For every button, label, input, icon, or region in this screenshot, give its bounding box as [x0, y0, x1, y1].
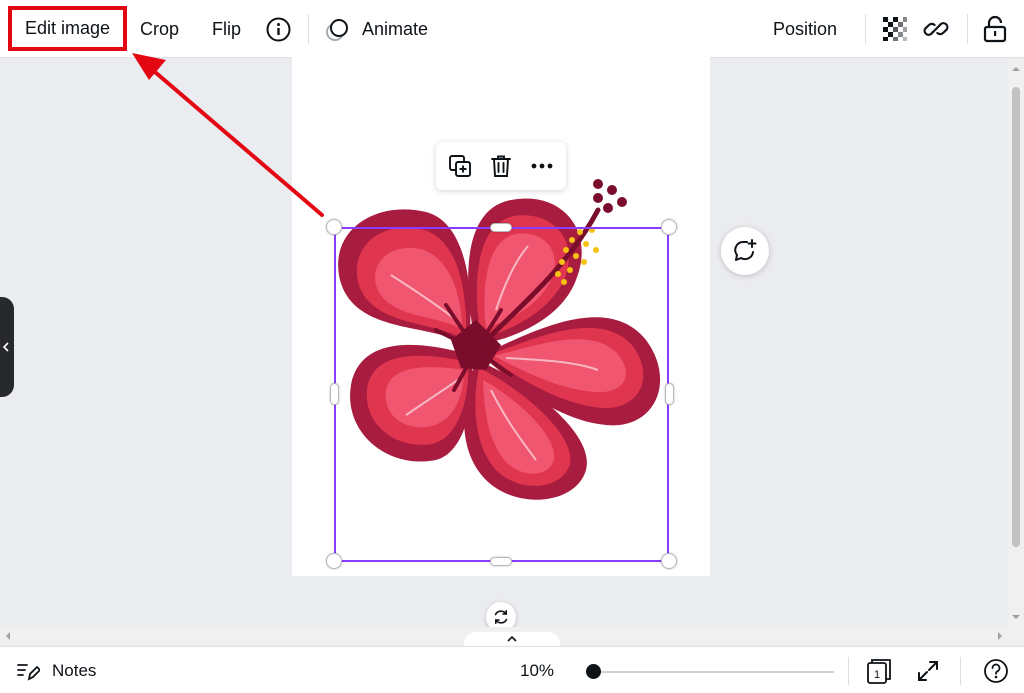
toolbar-divider	[967, 14, 968, 44]
resize-handle-bottom[interactable]	[490, 557, 512, 566]
toolbar-divider	[865, 14, 866, 44]
chevron-up-icon	[507, 635, 517, 642]
zoom-slider-track[interactable]	[593, 671, 834, 673]
zoom-slider-knob[interactable]	[586, 664, 601, 679]
scrollbar-corner	[1008, 627, 1024, 645]
resize-handle-bottom-left[interactable]	[326, 553, 342, 569]
add-comment-button[interactable]	[721, 227, 769, 275]
animate-icon[interactable]	[324, 0, 352, 58]
editor-toolbar: Edit image Crop Flip Animate Position	[0, 0, 1024, 58]
notes-label: Notes	[52, 661, 97, 680]
resize-handle-right[interactable]	[665, 383, 674, 405]
notes-icon	[17, 664, 40, 681]
resize-handle-top-right[interactable]	[661, 219, 677, 235]
resize-handle-top[interactable]	[490, 223, 512, 232]
flip-button[interactable]: Flip	[212, 0, 241, 58]
scroll-right-icon[interactable]	[994, 627, 1006, 645]
fullscreen-button[interactable]	[915, 658, 941, 684]
animate-button[interactable]: Animate	[362, 0, 428, 58]
help-icon	[984, 659, 1008, 683]
selection-frame	[334, 227, 669, 562]
scroll-up-icon[interactable]	[1008, 63, 1024, 75]
position-button[interactable]: Position	[773, 0, 837, 58]
transparency-icon[interactable]	[882, 0, 908, 58]
lock-icon[interactable]	[982, 0, 1008, 58]
resize-handle-bottom-right[interactable]	[661, 553, 677, 569]
zoom-level[interactable]: 10%	[520, 661, 554, 681]
help-button[interactable]	[983, 658, 1009, 684]
vertical-scrollbar[interactable]	[1008, 59, 1024, 627]
resize-handle-top-left[interactable]	[326, 219, 342, 235]
edit-image-button[interactable]: Edit image	[8, 6, 127, 51]
fullscreen-icon	[918, 661, 938, 681]
notes-button[interactable]: Notes	[16, 659, 96, 683]
editor-footer: Notes 10% 1	[0, 646, 1024, 693]
pages-button[interactable]: 1	[865, 657, 893, 685]
footer-divider	[960, 657, 961, 685]
rotate-icon	[494, 610, 508, 624]
toolbar-divider	[308, 14, 309, 44]
link-icon[interactable]	[922, 0, 950, 58]
svg-text:1: 1	[874, 669, 880, 681]
info-icon[interactable]	[265, 0, 292, 58]
crop-button[interactable]: Crop	[140, 0, 179, 58]
chevron-left-icon	[2, 342, 9, 352]
side-panel-toggle[interactable]	[0, 297, 14, 397]
pages-icon: 1	[867, 659, 891, 684]
scroll-left-icon[interactable]	[2, 627, 14, 645]
page-panel-toggle[interactable]	[464, 632, 560, 646]
vertical-scroll-thumb[interactable]	[1012, 87, 1020, 547]
footer-divider	[848, 657, 849, 685]
add-comment-icon	[734, 239, 757, 261]
scroll-down-icon[interactable]	[1008, 611, 1024, 623]
resize-handle-left[interactable]	[330, 383, 339, 405]
